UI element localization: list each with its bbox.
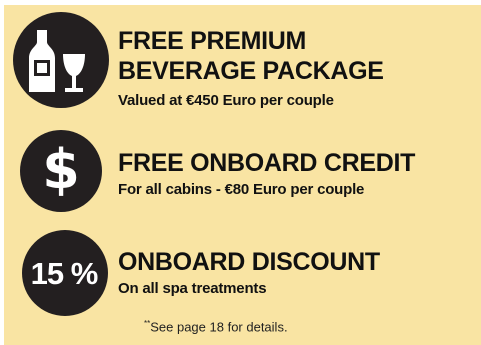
offer-title: FREE ONBOARD CREDIT bbox=[118, 149, 416, 177]
dollar-glyph: $ bbox=[42, 138, 80, 201]
offer-subtitle: On all spa treatments bbox=[118, 280, 267, 297]
wine-bottle-glass-icon bbox=[13, 12, 109, 108]
percent-badge-text: 15 % bbox=[30, 255, 99, 291]
dollar-icon: $ bbox=[20, 130, 102, 212]
offer-title-line2: BEVERAGE PACKAGE bbox=[118, 57, 384, 85]
offer-subtitle: For all cabins - €80 Euro per couple bbox=[118, 181, 365, 198]
offer-title: ONBOARD DISCOUNT bbox=[118, 248, 380, 276]
offers-panel: FREE PREMIUM BEVERAGE PACKAGE Valued at … bbox=[4, 5, 481, 345]
bottle-and-glass-glyph bbox=[29, 30, 85, 92]
footnote: **See page 18 for details. bbox=[144, 319, 288, 334]
percent-badge-icon: 15 % bbox=[22, 230, 108, 316]
offer-subtitle: Valued at €450 Euro per couple bbox=[118, 92, 334, 109]
offer-title-line1: FREE PREMIUM bbox=[118, 27, 307, 55]
footnote-text: See page 18 for details. bbox=[150, 319, 288, 335]
